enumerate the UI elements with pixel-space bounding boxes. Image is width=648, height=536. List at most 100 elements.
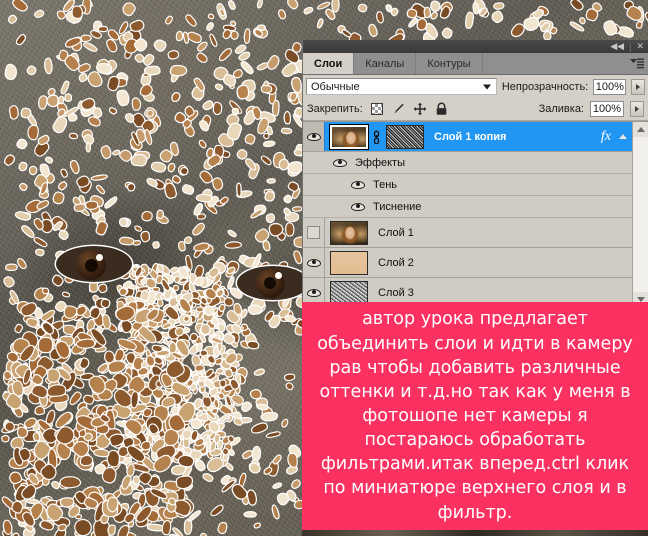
cutout-blob — [52, 191, 65, 204]
cutout-blob — [222, 288, 230, 297]
chevron-up-icon[interactable] — [617, 134, 629, 139]
layers-list[interactable]: Слой 1 копия fx Эффекты Тень Тиснение Сл… — [303, 121, 648, 307]
cutout-blob — [224, 297, 234, 307]
layer-thumbnail[interactable] — [329, 123, 369, 150]
layer-mask-thumbnail[interactable] — [386, 124, 424, 149]
scroll-up-arrow-icon[interactable] — [633, 122, 648, 137]
cutout-blob — [491, 10, 504, 24]
link-chain-icon[interactable] — [371, 127, 381, 147]
cutout-blob — [6, 264, 17, 270]
cutout-blob — [228, 449, 234, 456]
cutout-blob — [211, 504, 225, 516]
fill-stepper[interactable] — [630, 101, 644, 117]
cutout-blob — [211, 177, 223, 191]
cutout-blob — [34, 9, 44, 18]
layer-visibility-toggle[interactable] — [303, 218, 325, 247]
layers-scrollbar[interactable] — [632, 122, 648, 307]
eye-icon[interactable] — [333, 158, 347, 168]
cutout-blob — [208, 34, 218, 47]
layer-thumbnail[interactable] — [330, 250, 368, 275]
layer-name: Слой 1 копия — [434, 130, 507, 143]
fill-value: 100% — [592, 103, 622, 115]
collapse-double-arrow-icon[interactable]: ◀◀ — [610, 42, 624, 51]
cutout-blob — [407, 9, 418, 18]
cutout-blob — [543, 31, 551, 40]
cutout-blob — [147, 524, 163, 532]
layer-visibility-toggle[interactable] — [303, 122, 325, 151]
cutout-blob — [218, 48, 233, 62]
cutout-blob — [142, 53, 155, 67]
cutout-blob — [35, 249, 44, 257]
cutout-blob — [84, 42, 98, 52]
cutout-blob — [15, 34, 26, 46]
fill-input[interactable]: 100% — [590, 101, 624, 117]
opacity-stepper[interactable] — [631, 78, 646, 95]
tab-channels[interactable]: Каналы — [354, 53, 417, 74]
cutout-blob — [227, 229, 237, 237]
cutout-blob — [278, 9, 287, 20]
cutout-blob — [42, 288, 49, 294]
cutout-blob — [569, 0, 584, 11]
blend-mode-row[interactable]: Обычные Непрозрачность: 100% — [303, 75, 648, 98]
cutout-blob — [38, 95, 48, 109]
lock-row[interactable]: Закрепить: Заливка: 100% — [303, 98, 648, 121]
cutout-blob — [288, 161, 303, 174]
layer-row-2[interactable]: Слой 2 — [303, 248, 632, 278]
cutout-blob — [198, 169, 214, 185]
cutout-blob — [21, 224, 36, 239]
tab-layers[interactable]: Слои — [303, 53, 355, 74]
panel-tab-bar[interactable]: Слои Каналы Контуры — [303, 53, 648, 75]
cutout-blob — [248, 305, 262, 315]
screenshot-root: ◀◀ | ✕ Слои Каналы Контуры Обычные Непро… — [0, 0, 648, 536]
tab-paths[interactable]: Контуры — [416, 53, 483, 74]
cutout-blob — [196, 306, 203, 312]
cutout-blob — [144, 66, 160, 75]
cutout-blob — [227, 276, 235, 289]
lock-position-move-icon[interactable] — [413, 102, 427, 116]
opacity-input[interactable]: 100% — [593, 78, 627, 95]
cutout-blob — [191, 222, 205, 237]
layer-row-effects-group[interactable]: Эффекты — [303, 152, 632, 174]
cutout-blob — [60, 169, 68, 178]
cutout-blob — [196, 41, 209, 52]
cutout-blob — [70, 133, 78, 139]
effect-label-bevel: Тиснение — [373, 200, 422, 213]
layers-panel[interactable]: ◀◀ | ✕ Слои Каналы Контуры Обычные Непро… — [302, 40, 648, 307]
lock-all-padlock-icon[interactable] — [435, 102, 448, 116]
layer-row-selected[interactable]: Слой 1 копия fx — [303, 122, 632, 152]
panel-menu-icon[interactable] — [626, 53, 648, 74]
cutout-blob — [167, 162, 175, 171]
layer-row-effect-bevel[interactable]: Тиснение — [303, 196, 632, 218]
cutout-blob — [171, 91, 181, 102]
cutout-blob — [86, 143, 90, 152]
eye-icon[interactable] — [351, 180, 365, 190]
layer-visibility-toggle[interactable] — [303, 248, 325, 277]
cutout-blob — [228, 0, 236, 10]
opacity-value: 100% — [595, 80, 624, 93]
layer-thumbnail[interactable] — [330, 220, 368, 245]
cutout-blob — [87, 116, 101, 126]
scrollbar-track[interactable] — [633, 137, 648, 292]
cutout-blob — [226, 463, 234, 471]
fx-badge[interactable]: fx — [601, 129, 611, 145]
layer-row-1[interactable]: Слой 1 — [303, 218, 632, 248]
cutout-blob — [176, 31, 182, 41]
eye-icon — [306, 258, 321, 268]
cutout-blob — [464, 12, 473, 28]
layer-thumbnail[interactable] — [330, 280, 368, 305]
lock-label: Закрепить: — [307, 103, 363, 115]
cutout-blob — [90, 30, 102, 39]
cutout-blob — [208, 14, 215, 20]
cutout-blob — [237, 183, 241, 196]
layer-row-effect-shadow[interactable]: Тень — [303, 174, 632, 196]
bottom-edge-strip — [302, 530, 648, 536]
cutout-blob — [251, 423, 268, 435]
eye-icon — [306, 132, 321, 142]
close-icon[interactable]: ✕ — [636, 42, 644, 51]
eye-icon[interactable] — [351, 202, 365, 212]
lock-image-pixels-brush-icon[interactable] — [391, 102, 405, 116]
cutout-blob — [254, 368, 265, 376]
lock-transparency-icon[interactable] — [370, 103, 383, 115]
cutout-blob — [293, 250, 303, 264]
blend-mode-select[interactable]: Обычные — [306, 78, 497, 95]
